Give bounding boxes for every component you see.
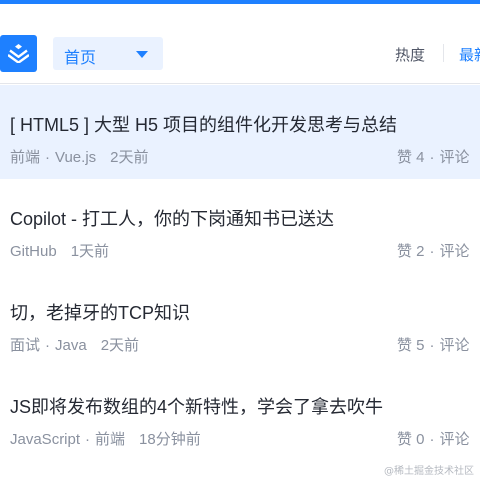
article-title[interactable]: 切，老掉牙的TCP知识 bbox=[10, 299, 190, 325]
nav-select-label: 首页 bbox=[64, 50, 97, 67]
separator-dot: · bbox=[429, 243, 435, 260]
article-item[interactable]: 切，老掉牙的TCP知识 面试 · Java 2天前 赞 5 · 评论 bbox=[0, 273, 480, 367]
article-stats: 赞 0 · 评论 bbox=[397, 428, 470, 449]
article-meta: GitHub 1天前 bbox=[10, 240, 109, 261]
tab-latest[interactable]: 最新 bbox=[459, 44, 480, 65]
comment-link[interactable]: 评论 bbox=[440, 337, 470, 354]
tab-hot[interactable]: 热度 bbox=[395, 44, 425, 65]
like-count[interactable]: 赞 4 bbox=[397, 149, 425, 166]
article-title[interactable]: JS即将发布数组的4个新特性，学会了拿去吹牛 bbox=[10, 393, 383, 419]
article-time: 2天前 bbox=[100, 337, 140, 354]
top-accent-bar bbox=[0, 0, 480, 4]
comment-link[interactable]: 评论 bbox=[440, 149, 470, 166]
article-meta: 前端 · Vue.js 2天前 bbox=[10, 146, 149, 167]
separator-dot: · bbox=[429, 149, 435, 166]
like-count[interactable]: 赞 2 bbox=[397, 243, 425, 260]
article-time: 18分钟前 bbox=[139, 431, 201, 448]
article-stats: 赞 4 · 评论 bbox=[397, 146, 470, 167]
article-meta: JavaScript · 前端 18分钟前 bbox=[10, 428, 201, 449]
article-tag[interactable]: 前端 bbox=[10, 149, 40, 166]
watermark: @稀土掘金技术社区 bbox=[384, 466, 474, 477]
caret-down-icon bbox=[136, 51, 148, 58]
separator-dot: · bbox=[429, 431, 435, 448]
article-tag[interactable]: GitHub bbox=[10, 243, 57, 260]
article-tag[interactable]: JavaScript bbox=[10, 431, 80, 448]
article-time: 2天前 bbox=[110, 149, 149, 166]
like-count[interactable]: 赞 0 bbox=[397, 431, 425, 448]
comment-link[interactable]: 评论 bbox=[440, 431, 470, 448]
separator-dot: · bbox=[45, 337, 51, 354]
article-time: 1天前 bbox=[70, 243, 110, 260]
article-stats: 赞 5 · 评论 bbox=[397, 334, 470, 355]
article-item[interactable]: [ HTML5 ] 大型 H5 项目的组件化开发思考与总结 前端 · Vue.js 2… bbox=[0, 85, 480, 179]
comment-link[interactable]: 评论 bbox=[440, 243, 470, 260]
article-item[interactable]: JS即将发布数组的4个新特性，学会了拿去吹牛 JavaScript · 前端 18分钟… bbox=[0, 367, 480, 461]
like-count[interactable]: 赞 5 bbox=[397, 337, 425, 354]
article-title[interactable]: [ HTML5 ] 大型 H5 项目的组件化开发思考与总结 bbox=[10, 111, 397, 137]
article-tag[interactable]: Vue.js bbox=[55, 149, 96, 166]
juejin-logo-icon[interactable] bbox=[0, 35, 37, 72]
article-meta: 面试 · Java 2天前 bbox=[10, 334, 139, 355]
article-item[interactable]: Copilot - 打工人，你的下岗通知书已送达 GitHub 1天前 赞 2 · 评… bbox=[0, 179, 480, 273]
article-tag[interactable]: Java bbox=[55, 337, 87, 354]
header: 首页 热度 最新 bbox=[0, 22, 480, 84]
article-tag[interactable]: 面试 bbox=[10, 337, 40, 354]
article-title[interactable]: Copilot - 打工人，你的下岗通知书已送达 bbox=[10, 205, 334, 231]
nav-select[interactable]: 首页 bbox=[53, 37, 163, 70]
separator-dot: · bbox=[45, 149, 51, 166]
separator-dot: · bbox=[429, 337, 435, 354]
article-tag[interactable]: 前端 bbox=[95, 431, 125, 448]
article-stats: 赞 2 · 评论 bbox=[397, 240, 470, 261]
tab-divider bbox=[443, 44, 444, 62]
separator-dot: · bbox=[85, 431, 91, 448]
logo-glyph-icon bbox=[8, 44, 29, 63]
